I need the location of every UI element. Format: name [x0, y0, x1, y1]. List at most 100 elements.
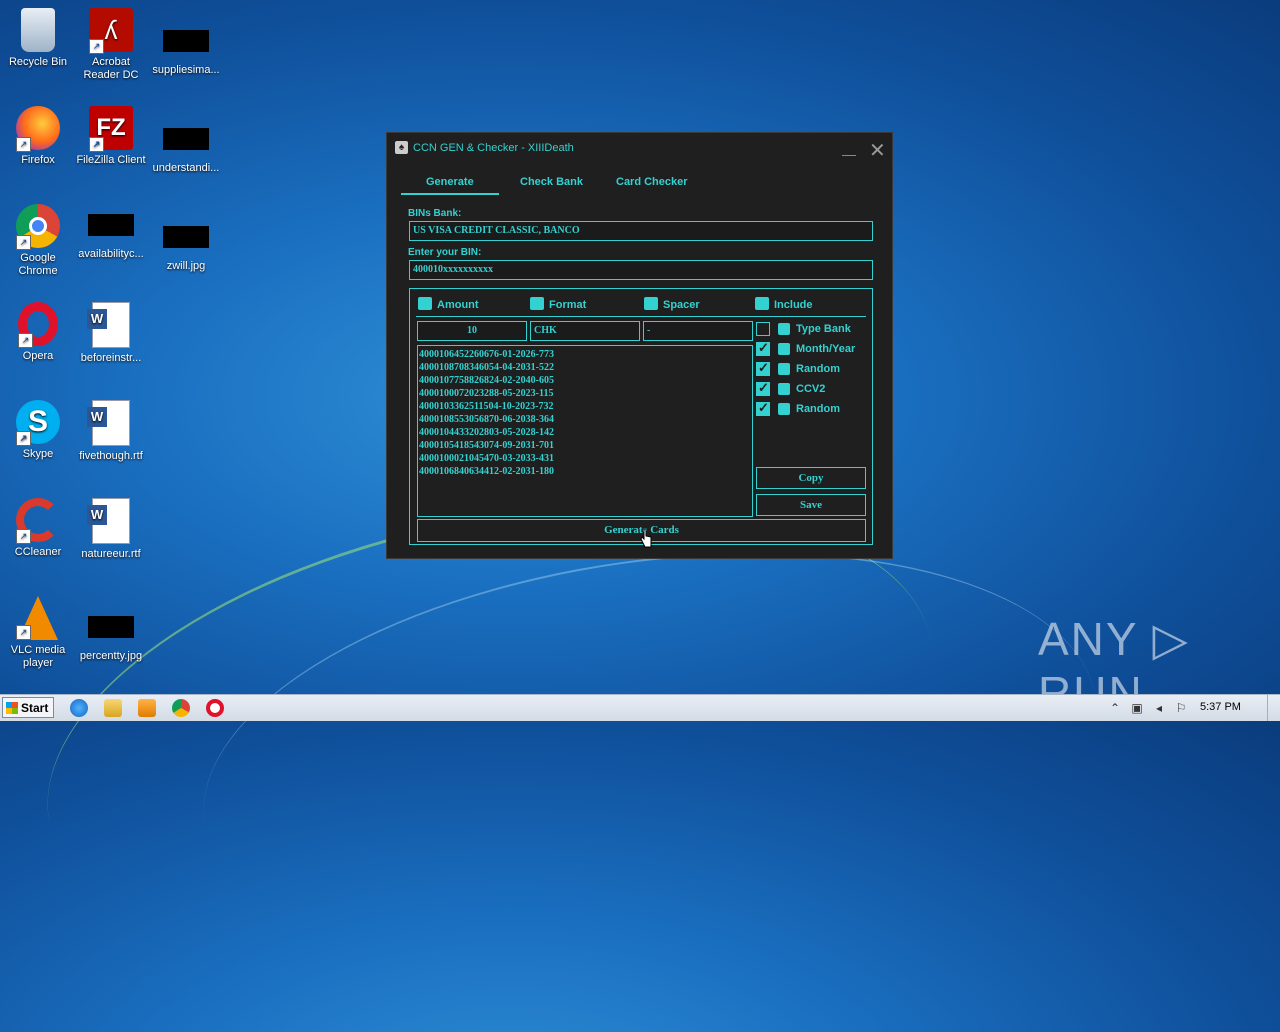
desktop-icon-firefox[interactable]: ↗ Firefox [0, 106, 76, 167]
desktop-icon-label: VLC media player [10, 644, 66, 669]
desktop-icon-availability[interactable]: availabilityc... [73, 204, 149, 261]
spacer-header: Spacer [644, 297, 700, 311]
shortcut-arrow-icon: ↗ [16, 431, 31, 446]
include-header-label: Include [774, 299, 813, 311]
desktop-icon-acrobat[interactable]: ʎ ↗ Acrobat Reader DC [73, 8, 149, 82]
clock[interactable]: 5:37 PM [1200, 701, 1241, 713]
media-player-icon[interactable] [138, 699, 156, 717]
desktop-icon-percentty[interactable]: percentty.jpg [73, 596, 149, 663]
include-header: Include [755, 297, 813, 311]
card-line: 4000104433202803-05-2028-142 [419, 427, 554, 438]
save-button[interactable]: Save [756, 494, 866, 516]
desktop-icon-chrome[interactable]: ↗ Google Chrome [0, 204, 76, 278]
action-center-flag-icon[interactable]: ⚐ [1174, 701, 1188, 715]
desktop-icon-label: Opera [22, 350, 54, 362]
ccv2-checkbox[interactable] [756, 380, 770, 396]
spacer-input[interactable]: - [643, 321, 753, 341]
shortcut-arrow-icon: ↗ [89, 137, 104, 152]
spacer-header-label: Spacer [663, 299, 700, 311]
desktop-icon-natureeur[interactable]: W natureeur.rtf [73, 498, 149, 561]
acrobat-icon: ʎ ↗ [89, 8, 133, 54]
option-label: CCV2 [796, 383, 826, 395]
chrome-icon[interactable] [172, 699, 190, 717]
bin-input[interactable]: 400010xxxxxxxxxx [409, 260, 873, 280]
gears-icon [530, 297, 544, 310]
desktop-icon-recycle-bin[interactable]: Recycle Bin [0, 8, 76, 69]
ccleaner-icon: ↗ [16, 498, 60, 544]
ccn-gen-window: ♠ CCN GEN & Checker - XIIIDeath ✕ Genera… [386, 132, 893, 559]
type-bank-checkbox[interactable] [756, 322, 770, 336]
desktop-icon-vlc[interactable]: ↗ VLC media player [0, 596, 76, 670]
opera-icon[interactable] [206, 699, 224, 717]
plus-square-icon [755, 297, 769, 310]
desktop-icon-label: percentty.jpg [79, 650, 143, 662]
refresh-icon [778, 403, 790, 415]
shortcut-arrow-icon: ↗ [16, 625, 31, 640]
windows-logo-icon [6, 702, 18, 714]
amount-header-label: Amount [437, 299, 479, 311]
desktop-icon-zwill[interactable]: zwill.jpg [148, 204, 224, 273]
tab-bar: Generate Check Bank Card Checker [401, 176, 881, 196]
desktop-icon-skype[interactable]: S ↗ Skype [0, 400, 76, 461]
amount-input[interactable]: 10 [417, 321, 527, 341]
tab-generate[interactable]: Generate [426, 176, 474, 188]
desktop-icon-label: Acrobat Reader DC [83, 56, 139, 81]
option-label: Random [796, 363, 840, 375]
shortcut-arrow-icon: ↗ [89, 39, 104, 54]
desktop-icon-label: natureeur.rtf [81, 548, 141, 560]
minimize-button[interactable] [842, 143, 856, 156]
tab-card-checker[interactable]: Card Checker [616, 176, 688, 188]
option-label: Month/Year [796, 343, 856, 355]
bins-bank-label: BINs Bank: [408, 208, 462, 219]
desktop-icon-opera[interactable]: ↗ Opera [0, 302, 76, 363]
system-tray: ⌃ ▣ ◂ ⚐ 5:37 PM [1100, 695, 1280, 721]
desktop-icon-ccleaner[interactable]: ↗ CCleaner [0, 498, 76, 559]
format-select[interactable]: CHK [530, 321, 640, 341]
skype-icon: S ↗ [16, 400, 60, 446]
tab-check-bank[interactable]: Check Bank [520, 176, 583, 188]
desktop-icon-label: Skype [22, 448, 54, 460]
network-icon[interactable]: ▣ [1130, 701, 1144, 715]
desktop-icon-label: zwill.jpg [166, 260, 206, 272]
spacer-icon [644, 297, 658, 310]
vlc-icon: ↗ [16, 596, 58, 640]
start-button[interactable]: Start [2, 697, 54, 718]
taskbar: Start ⌃ ▣ ◂ ⚐ 5:37 PM [0, 694, 1280, 721]
card-line: 4000106452260676-01-2026-773 [419, 349, 554, 360]
image-file-icon [163, 30, 209, 52]
desktop-icon-label: understandi... [152, 162, 220, 174]
title-bar[interactable]: ♠ CCN GEN & Checker - XIIIDeath ✕ [387, 133, 892, 163]
desktop-icon-filezilla[interactable]: FZ ↗ FileZilla Client [73, 106, 149, 167]
show-desktop-button[interactable] [1267, 695, 1280, 721]
generated-cards-output[interactable]: 4000106452260676-01-2026-773 40001087083… [417, 345, 753, 517]
desktop-icon-fivethough[interactable]: W fivethough.rtf [73, 400, 149, 463]
desktop-icon-label: Google Chrome [18, 252, 58, 277]
close-button[interactable]: ✕ [869, 138, 886, 163]
active-tab-indicator [401, 193, 499, 195]
month-year-checkbox[interactable] [756, 340, 770, 356]
format-header: Format [530, 297, 586, 311]
desktop-icon-understandi[interactable]: understandi... [148, 106, 224, 175]
card-line: 4000107758826824-02-2040-605 [419, 375, 554, 386]
random-date-checkbox[interactable] [756, 360, 770, 376]
desktop-icon-beforeinstr[interactable]: W beforeinstr... [73, 302, 149, 365]
option-label: Type Bank [796, 323, 851, 335]
word-doc-icon: W [87, 498, 130, 544]
random-ccv-checkbox[interactable] [756, 400, 770, 416]
desktop-icon-suppliesima[interactable]: suppliesima... [148, 8, 224, 77]
internet-explorer-icon[interactable] [70, 699, 88, 717]
copy-button[interactable]: Copy [756, 467, 866, 489]
show-hidden-icons-icon[interactable]: ⌃ [1108, 701, 1122, 715]
file-explorer-icon[interactable] [104, 699, 122, 717]
card-line: 4000108708346054-04-2031-522 [419, 362, 554, 373]
image-file-icon [163, 128, 209, 150]
volume-icon[interactable]: ◂ [1152, 701, 1166, 715]
header-divider [416, 316, 866, 317]
word-doc-icon: W [87, 302, 130, 348]
image-file-icon [163, 226, 209, 248]
bins-bank-field[interactable]: US VISA CREDIT CLASSIC, BANCO [409, 221, 873, 241]
amount-header: Amount [418, 297, 479, 311]
bin-label: Enter your BIN: [408, 247, 482, 258]
filezilla-icon: FZ ↗ [89, 106, 133, 152]
image-file-icon [88, 616, 134, 638]
